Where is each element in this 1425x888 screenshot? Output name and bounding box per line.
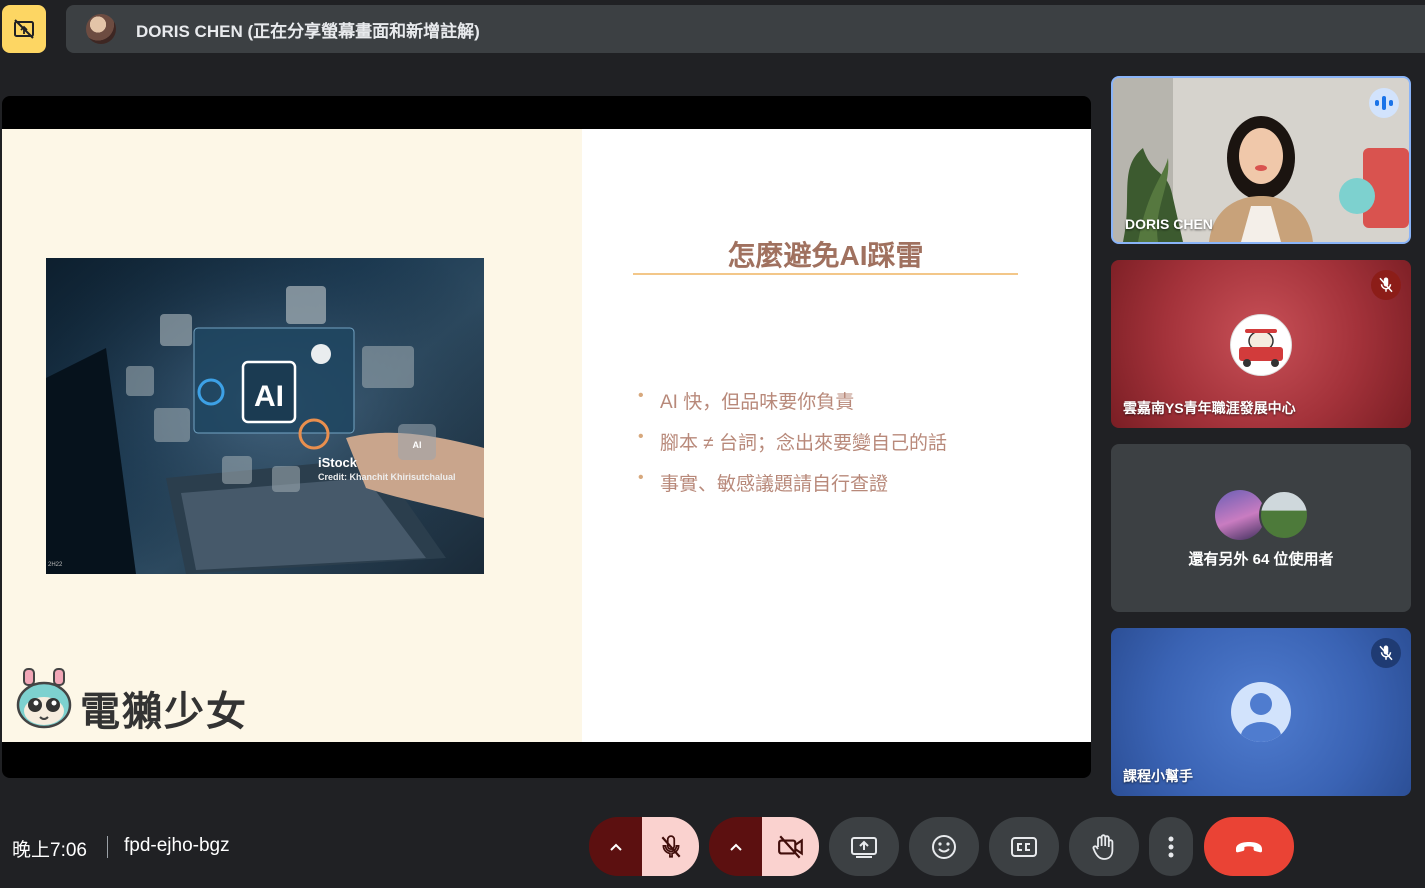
- mic-off-icon: [1371, 270, 1401, 300]
- speaking-indicator-icon: [1369, 88, 1399, 118]
- audio-options-button[interactable]: [589, 817, 643, 876]
- brand-name: 電獺少女: [80, 690, 248, 734]
- mic-off-icon: [661, 834, 681, 858]
- mic-toggle-button[interactable]: [642, 817, 699, 876]
- presentation-bar: DORIS CHEN (正在分享螢幕畫面和新增註解): [66, 5, 1425, 53]
- presenter-avatar: [86, 14, 116, 44]
- slide: AI AI iStock Credit: Khanchit Khirisutch…: [2, 129, 1091, 742]
- videocam-off-icon: [777, 835, 803, 858]
- footer-divider: [107, 836, 108, 858]
- more-options-button[interactable]: [1149, 817, 1193, 876]
- person-icon: [1231, 682, 1291, 742]
- stop-presenting-button[interactable]: [2, 5, 46, 53]
- avatar: [1215, 490, 1265, 540]
- captions-button[interactable]: [989, 817, 1059, 876]
- slide-left-panel: AI AI iStock Credit: Khanchit Khirisutch…: [2, 129, 582, 742]
- participant-name: 課程小幫手: [1123, 768, 1193, 784]
- photo-credit: Credit: Khanchit Khirisutchalual: [318, 472, 456, 482]
- photo-code: 2H22: [48, 562, 63, 568]
- participant-tile-others[interactable]: 還有另外 64 位使用者: [1111, 444, 1411, 612]
- meeting-time: 晚上7:06: [12, 840, 87, 861]
- photo-watermark: iStock: [318, 455, 358, 470]
- participant-tile-yunjia[interactable]: 雲嘉南YS青年職涯發展中心: [1111, 260, 1411, 428]
- brand-mascot-icon: [16, 667, 74, 731]
- slide-bullet-list: • AI 快，但品味要你負責 • 腳本 ≠ 台詞；念出來要變自己的話 • 事實、敏感議…: [638, 387, 947, 510]
- slide-title: 怎麼避免AI踩雷: [633, 241, 1018, 275]
- participant-name: 雲嘉南YS青年職涯發展中心: [1123, 400, 1296, 416]
- hand-icon: [1092, 833, 1114, 860]
- video-options-button[interactable]: [709, 817, 763, 876]
- raise-hand-button[interactable]: [1069, 817, 1139, 876]
- slide-bullet-text: AI 快，但品味要你負責: [660, 392, 855, 413]
- camera-toggle-button[interactable]: [762, 817, 819, 876]
- photo-ai-label: AI: [254, 380, 284, 413]
- photo-ai-chip-label: AI: [413, 440, 422, 450]
- slide-bullet: • AI 快，但品味要你負責: [638, 387, 855, 413]
- emoji-icon: [932, 834, 956, 859]
- slide-bullet-text: 事實、敏感議題請自行查證: [660, 474, 889, 495]
- chevron-up-icon: [729, 843, 742, 851]
- participant-name: DORIS CHEN: [1125, 216, 1213, 232]
- present-to-all-icon: [851, 836, 877, 858]
- participant-tile-doris[interactable]: DORIS CHEN: [1111, 76, 1411, 244]
- call-end-icon: [1236, 841, 1262, 852]
- chevron-up-icon: [609, 843, 622, 851]
- avatar: [1259, 490, 1309, 540]
- present-to-all-off-icon: [13, 19, 35, 39]
- closed-caption-icon: [1011, 836, 1037, 857]
- slide-bullet: • 腳本 ≠ 台詞；念出來要變自己的話: [638, 428, 947, 454]
- slide-bullet: • 事實、敏感議題請自行查證: [638, 469, 889, 495]
- slide-bullet-text: 腳本 ≠ 台詞；念出來要變自己的話: [660, 433, 947, 454]
- slide-photo: AI AI iStock Credit: Khanchit Khirisutch…: [46, 258, 484, 574]
- reactions-button[interactable]: [909, 817, 979, 876]
- presentation-title: DORIS CHEN (正在分享螢幕畫面和新增註解): [136, 21, 480, 41]
- others-count-label: 還有另外 64 位使用者: [1188, 551, 1334, 568]
- more-vert-icon: [1168, 836, 1174, 857]
- presentation-stage: AI AI iStock Credit: Khanchit Khirisutch…: [2, 96, 1091, 778]
- mic-control: [589, 817, 699, 876]
- mic-off-icon: [1371, 638, 1401, 668]
- avatar: [1230, 314, 1292, 376]
- leave-call-button[interactable]: [1204, 817, 1294, 876]
- camera-control: [709, 817, 819, 876]
- meeting-code[interactable]: fpd-ejho-bgz: [124, 835, 230, 857]
- present-button[interactable]: [829, 817, 899, 876]
- participant-tile-helper[interactable]: 課程小幫手: [1111, 628, 1411, 796]
